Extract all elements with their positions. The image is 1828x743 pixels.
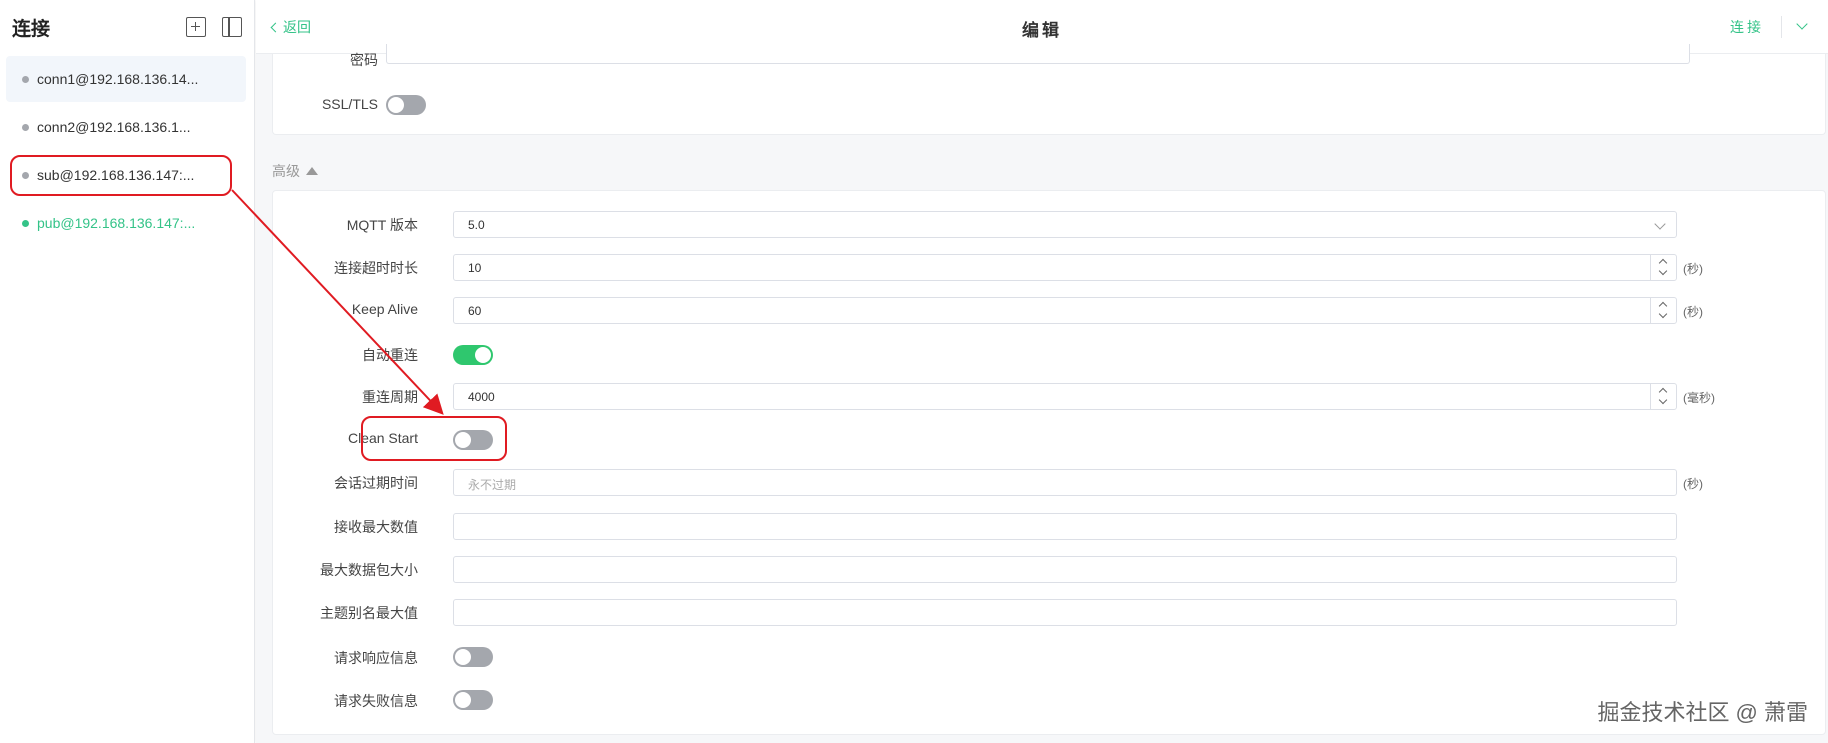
keep-alive-input[interactable]: 60 [453,297,1677,324]
request-problem-toggle[interactable] [453,690,493,710]
basic-settings-card: 密码 SSL/TLS [272,44,1826,135]
connection-item-pub[interactable]: pub@192.168.136.147:... [6,200,246,246]
toggle-knob [455,692,471,708]
receive-max-label: 接收最大数值 [334,519,418,535]
ssl-label: SSL/TLS [321,96,378,112]
advanced-settings-card: MQTT 版本 5.0 连接超时时长 10 (秒) Keep Alive 60 … [272,190,1826,735]
watermark: 掘金技术社区 @ 萧雷 [1597,700,1808,725]
collapse-up-icon [306,167,318,175]
select-value: 5.0 [468,218,485,232]
status-dot-online [22,219,29,227]
toggle-sidebar-icon[interactable] [222,17,242,37]
page-title: 编辑 [1022,21,1062,40]
new-connection-icon[interactable] [186,17,206,37]
auto-reconnect-label: 自动重连 [362,347,418,363]
annotation-highlight-sub-connection [10,155,232,196]
unit-label: (毫秒) [1683,391,1715,405]
max-packet-input[interactable] [453,556,1677,583]
input-value: 10 [468,261,482,275]
sidebar-title: 连接 [12,18,51,40]
request-problem-label: 请求失败信息 [334,693,418,709]
input-placeholder: 永不过期 [468,478,517,492]
step-down-icon[interactable] [1658,266,1668,276]
unit-label: (秒) [1683,477,1703,491]
chevron-down-icon [1654,218,1666,230]
status-dot [22,75,29,83]
input-value: 4000 [468,390,495,404]
password-label: 密码 [350,52,378,68]
reconnect-period-input[interactable]: 4000 [453,383,1677,410]
max-packet-label: 最大数据包大小 [320,562,418,578]
topic-alias-max-input[interactable] [453,599,1677,626]
toggle-knob [455,649,471,665]
reconnect-period-label: 重连周期 [362,389,418,405]
step-down-icon[interactable] [1658,309,1668,319]
connection-name: pub@192.168.136.147:... [37,215,196,231]
connect-timeout-input[interactable]: 10 [453,254,1677,281]
input-value: 60 [468,304,482,318]
annotation-highlight-clean-start [361,416,507,461]
advanced-title: 高级 [272,163,300,179]
connection-name: conn2@192.168.136.1... [37,119,191,135]
number-stepper[interactable] [1650,255,1676,280]
toggle-knob [388,97,404,113]
connect-button[interactable]: 连接 [1730,17,1764,37]
password-input[interactable] [386,44,1690,64]
keep-alive-label: Keep Alive [351,301,418,317]
session-expiry-input[interactable]: 永不过期 [453,469,1677,496]
sidebar-header: 连接 [0,0,254,54]
mqtt-version-label: MQTT 版本 [346,217,418,233]
divider [1781,16,1782,38]
step-down-icon[interactable] [1658,395,1668,405]
number-stepper[interactable] [1650,384,1676,409]
number-stepper[interactable] [1650,298,1676,323]
connection-list: conn1@192.168.136.14... conn2@192.168.13… [0,56,254,246]
receive-max-input[interactable] [453,513,1677,540]
topic-alias-max-label: 主题别名最大值 [320,605,418,621]
connection-name: conn1@192.168.136.14... [37,71,199,87]
request-response-label: 请求响应信息 [334,650,418,666]
session-expiry-label: 会话过期时间 [334,475,418,491]
edit-panel: 返回 编辑 连接 密码 SSL/TLS 高级 MQTT 版本 5.0 连接超时时… [256,0,1828,743]
toggle-knob [475,347,491,363]
ssl-toggle[interactable] [386,95,426,115]
request-response-toggle[interactable] [453,647,493,667]
unit-label: (秒) [1683,262,1703,276]
auto-reconnect-toggle[interactable] [453,345,493,365]
connect-timeout-label: 连接超时时长 [334,260,418,276]
mqtt-version-select[interactable]: 5.0 [453,211,1677,238]
unit-label: (秒) [1683,305,1703,319]
advanced-section-header[interactable]: 高级 [272,161,318,181]
status-dot [22,123,29,131]
